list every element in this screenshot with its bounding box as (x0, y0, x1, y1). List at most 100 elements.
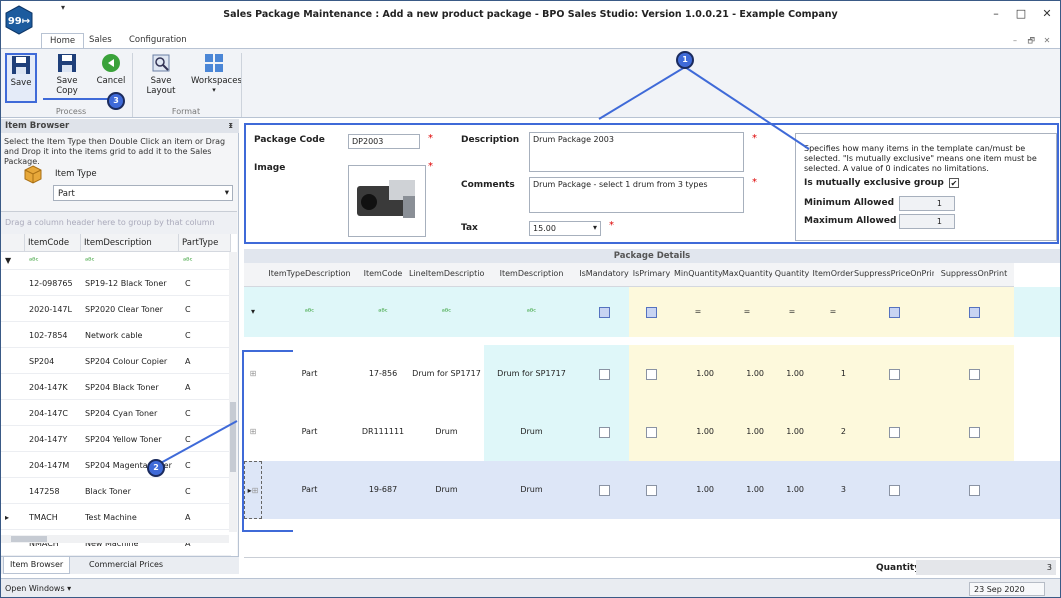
minimize-button[interactable]: – (986, 7, 1006, 20)
filter-checkbox[interactable] (888, 307, 900, 318)
description-input[interactable]: Drum Package 2003 (529, 132, 744, 172)
sub-close-button[interactable]: ✕ (1044, 36, 1051, 45)
item-type-select[interactable]: Part ▾ (53, 185, 233, 201)
list-item[interactable]: 102-7854 Network cable C (1, 322, 231, 348)
cell-qty[interactable]: 1.00 (772, 403, 812, 461)
row-checkbox[interactable] (888, 485, 900, 496)
row-checkbox-cell[interactable] (854, 345, 934, 403)
cancel-button[interactable]: Cancel (95, 53, 127, 86)
list-item[interactable]: 2020-147L SP2020 Clear Toner C (1, 296, 231, 322)
column-header-lineitemdescription[interactable]: LineItemDescription (409, 263, 489, 287)
cell-order[interactable]: 3 (812, 461, 854, 519)
list-item[interactable]: SP204 SP204 Colour Copier A (1, 348, 231, 374)
filter-abc-icon[interactable]: ᵃᴮᶜ (29, 256, 39, 265)
mutually-exclusive-checkbox[interactable]: ✔ (949, 178, 959, 188)
row-checkbox[interactable] (968, 485, 980, 496)
cell-desc[interactable]: Drum for SP1717 (484, 345, 579, 403)
filter-checkbox[interactable] (598, 307, 610, 318)
cell-type[interactable]: Part (262, 461, 357, 519)
list-item[interactable]: 204-147C SP204 Cyan Toner C (1, 400, 231, 426)
filter-checkbox-icon[interactable] (934, 287, 1014, 337)
row-checkbox[interactable] (888, 427, 900, 438)
cell-max[interactable]: 1.00 (722, 345, 772, 403)
row-checkbox-cell[interactable] (854, 461, 934, 519)
column-header-suppressonprint[interactable]: SuppressOnPrint (934, 263, 1014, 287)
save-copy-button[interactable]: Save Copy (45, 53, 89, 96)
filter-row[interactable]: ▼ ᵃᴮᶜ ᵃᴮᶜ ᵃᴮᶜ (1, 252, 231, 270)
column-header-itemdescription[interactable]: ItemDescription (484, 263, 579, 287)
filter-equals-icon[interactable]: = (722, 287, 772, 337)
close-button[interactable]: ✕ (1037, 7, 1057, 20)
row-checkbox[interactable] (646, 369, 657, 380)
column-header-quantity[interactable]: Quantity (772, 263, 812, 287)
cell-line[interactable]: Drum for SP1717 (409, 345, 484, 403)
filter-abc-icon[interactable]: ᵃᴮᶜ (262, 287, 357, 337)
cell-code[interactable]: 19-687 (357, 461, 409, 519)
expand-glyph[interactable]: ⊞ (250, 369, 257, 378)
row-checkbox-cell[interactable] (934, 403, 1014, 461)
cell-code[interactable]: DR111111 (357, 403, 409, 461)
column-header-minquantity[interactable]: MinQuantity (674, 263, 723, 287)
filter-checkbox-icon[interactable] (579, 287, 629, 337)
tax-select[interactable]: 15.00 ▾ (529, 221, 601, 236)
cell-max[interactable]: 1.00 (722, 461, 772, 519)
cell-line[interactable]: Drum (409, 403, 484, 461)
tab-sales[interactable]: Sales (81, 33, 120, 49)
row-checkbox-cell[interactable] (629, 461, 674, 519)
row-checkbox-cell[interactable] (629, 403, 674, 461)
column-header-maxquantity[interactable]: MaxQuantity (722, 263, 773, 287)
product-image[interactable] (348, 165, 426, 237)
workspaces-button[interactable]: Workspaces ▾ (191, 53, 242, 94)
save-layout-button[interactable]: Save Layout (136, 53, 186, 96)
row-checkbox-cell[interactable] (629, 345, 674, 403)
filter-checkbox[interactable] (646, 307, 657, 318)
expand-icon[interactable]: ⊞ (244, 345, 262, 403)
cell-qty[interactable]: 1.00 (772, 345, 812, 403)
expand-glyph[interactable]: ⊞ (252, 486, 259, 495)
column-header-suppresspriceonprint[interactable]: SuppressPriceOnPrint (854, 263, 940, 287)
column-header-ismandatory[interactable]: IsMandatory (579, 263, 629, 287)
filter-abc-icon[interactable]: ᵃᴮᶜ (357, 287, 409, 337)
filter-checkbox-icon[interactable] (629, 287, 674, 337)
column-header-itemtypedescription[interactable]: ItemTypeDescription (262, 263, 357, 287)
sub-restore-button[interactable]: 🗗 (1028, 36, 1036, 45)
minimum-allowed-spinner[interactable]: 1 (899, 196, 955, 211)
row-checkbox-cell[interactable] (579, 403, 629, 461)
tab-commercial-prices[interactable]: Commercial Prices (83, 557, 169, 574)
row-checkbox[interactable] (646, 427, 657, 438)
list-item[interactable]: NMACH New Machine A (1, 530, 231, 556)
tab-home[interactable]: Home (41, 33, 85, 49)
cell-qty[interactable]: 1.00 (772, 461, 812, 519)
row-checkbox-cell[interactable] (934, 461, 1014, 519)
row-checkbox[interactable] (598, 427, 610, 438)
row-checkbox[interactable] (888, 369, 900, 380)
table-row[interactable]: ▸⊞ Part 19-687 Drum Drum 1.00 1.00 1.00 3 (244, 461, 1060, 519)
list-item[interactable]: 204-147K SP204 Black Toner A (1, 374, 231, 400)
list-item[interactable]: 204-147Y SP204 Yellow Toner C (1, 426, 231, 452)
table-row[interactable]: ⊞ Part DR111111 Drum Drum 1.00 1.00 1.00 2 (244, 403, 1060, 461)
package-code-input[interactable]: DP2003 (348, 134, 420, 149)
column-header-itemorder[interactable]: ItemOrder (812, 263, 854, 287)
column-header-itemcode[interactable]: ItemCode (25, 234, 81, 252)
filter-row-marker[interactable]: ▾ (244, 287, 262, 337)
filter-abc-icon[interactable]: ᵃᴮᶜ (85, 256, 95, 265)
cell-order[interactable]: 2 (812, 403, 854, 461)
details-filter-row[interactable]: ▾ ᵃᴮᶜ ᵃᴮᶜ ᵃᴮᶜ ᵃᴮᶜ = = = = (244, 287, 1060, 337)
column-header-itemcode[interactable]: ItemCode (357, 263, 409, 287)
row-checkbox[interactable] (646, 485, 657, 496)
save-button[interactable]: Save (5, 53, 37, 103)
filter-equals-icon[interactable]: = (772, 287, 812, 337)
cell-min[interactable]: 1.00 (674, 461, 722, 519)
row-checkbox[interactable] (968, 427, 980, 438)
cell-min[interactable]: 1.00 (674, 403, 722, 461)
row-checkbox-cell[interactable] (934, 345, 1014, 403)
filter-abc-icon[interactable]: ᵃᴮᶜ (484, 287, 579, 337)
cell-type[interactable]: Part (262, 403, 357, 461)
cell-line[interactable]: Drum (409, 461, 484, 519)
filter-checkbox-icon[interactable] (854, 287, 934, 337)
cell-order[interactable]: 1 (812, 345, 854, 403)
table-row[interactable]: ⊞ Part 17-856 Drum for SP1717 Drum for SP171… (244, 345, 1060, 403)
row-checkbox[interactable] (598, 485, 610, 496)
cell-max[interactable]: 1.00 (722, 403, 772, 461)
filter-abc-icon[interactable]: ᵃᴮᶜ (409, 287, 484, 337)
